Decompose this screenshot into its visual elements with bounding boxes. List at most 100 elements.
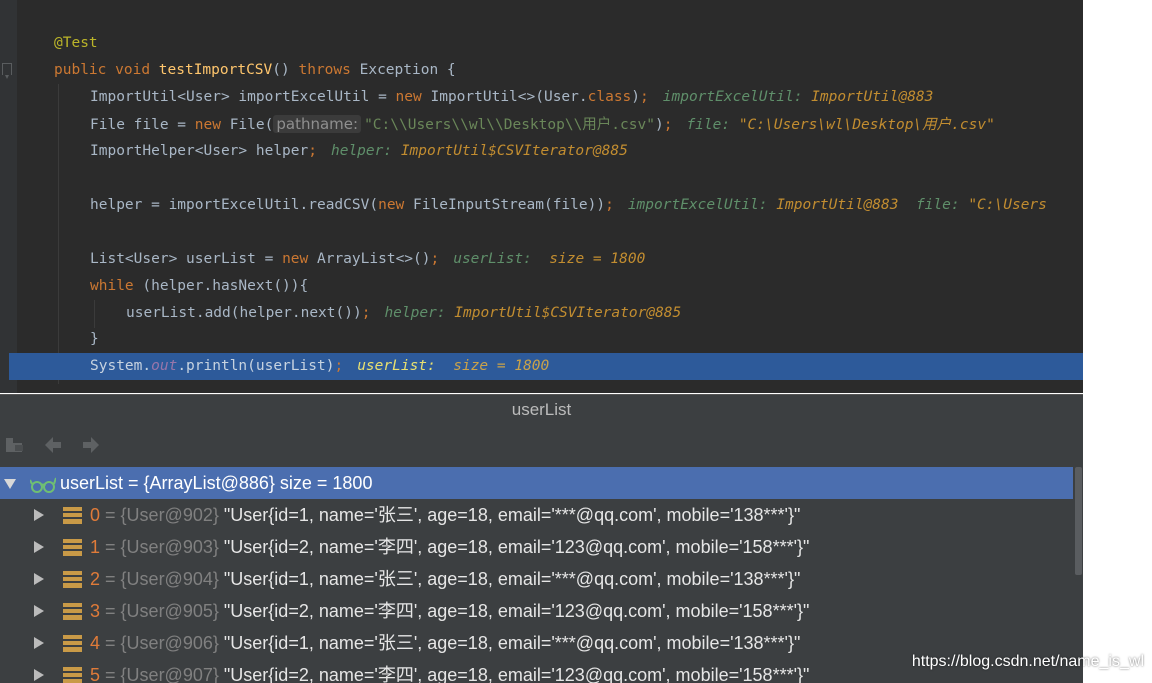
keyword-token: new (194, 117, 221, 133)
list-item-text: 5 = {User@907} "User{id=2, name='李四', ag… (90, 659, 809, 683)
code-token: helper = importExcelUtil.readCSV( (90, 197, 379, 213)
code-editor[interactable]: @Test public void testImportCSV() throws… (0, 0, 1083, 393)
screenshot: @Test public void testImportCSV() throws… (0, 0, 1152, 683)
code-line[interactable]: } (0, 326, 1083, 353)
debug-inline-value: helper: ImportUtil$CSVIterator@885 (370, 305, 681, 321)
debug-var-name: file: (915, 197, 960, 213)
item-index: 4 (90, 633, 101, 653)
expand-arrow-icon[interactable] (34, 573, 44, 585)
code-token: File( (220, 117, 274, 133)
scrollbar-thumb[interactable] (1075, 467, 1082, 575)
debug-inline-value: userList: size = 1800 (439, 251, 645, 267)
debug-var-name: importExcelUtil: (627, 197, 768, 213)
keyword-token: class (587, 89, 632, 105)
debug-var-name: file: (686, 117, 731, 133)
code-token: userList.add(helper.next()) (126, 305, 362, 321)
field-icon (63, 539, 82, 556)
item-ref: = {User@907} (105, 665, 219, 683)
item-ref: = {User@903} (105, 537, 219, 557)
field-icon (63, 571, 82, 588)
code-token: ImportHelper<User> helper (90, 143, 309, 159)
back-icon[interactable] (42, 434, 64, 456)
item-index: 2 (90, 569, 101, 589)
code-token: ImportUtil<User> importExcelUtil = (90, 89, 396, 105)
list-item[interactable]: 0 = {User@902} "User{id=1, name='张三', ag… (0, 499, 1073, 531)
semicolon-token: ; (430, 251, 440, 267)
code-token: ImportUtil<>(User. (421, 89, 588, 105)
forward-icon[interactable] (80, 434, 102, 456)
item-ref: = {User@904} (105, 569, 219, 589)
debug-var-value: size = 1800 (549, 251, 646, 267)
debug-var-value: ImportUtil$CSVIterator@885 (400, 143, 628, 159)
semicolon-token: ; (334, 358, 344, 374)
item-index: 5 (90, 665, 101, 683)
tree-root-label: userList = {ArrayList@886} size = 1800 (60, 473, 373, 493)
field-icon (63, 507, 82, 524)
keyword-token: new (282, 251, 309, 267)
list-item[interactable]: 2 = {User@904} "User{id=1, name='张三', ag… (0, 563, 1073, 595)
code-line[interactable]: List<User> userList = new ArrayList<>();… (0, 246, 1083, 273)
list-item[interactable]: 3 = {User@905} "User{id=2, name='李四', ag… (0, 595, 1073, 627)
debug-var-name: helper: (384, 305, 446, 321)
current-execution-line[interactable]: System.out.println(userList); userList: s… (9, 353, 1083, 380)
debug-inline-value: importExcelUtil: ImportUtil@883 file: "C… (614, 197, 1047, 213)
code-line[interactable]: ImportUtil<User> importExcelUtil = new I… (0, 84, 1083, 111)
variable-tree[interactable]: userList = {ArrayList@886} size = 1800 0… (0, 467, 1073, 683)
code-token: ) (654, 117, 664, 133)
item-value: "User{id=1, name='张三', age=18, email='**… (223, 505, 801, 525)
debug-inline-value: helper: ImportUtil$CSVIterator@885 (317, 143, 628, 159)
semicolon-token: ; (308, 143, 317, 159)
expand-arrow-icon[interactable] (34, 509, 44, 521)
list-item[interactable]: 1 = {User@903} "User{id=2, name='李四', ag… (0, 531, 1073, 563)
debug-var-value: ImportUtil$CSVIterator@885 (454, 305, 682, 321)
type-token: Exception (359, 62, 439, 78)
popup-title: userList (0, 394, 1083, 424)
debug-var-value: "C:\Users\wl\Desktop\用户.csv" (738, 117, 995, 133)
list-item-text: 1 = {User@903} "User{id=2, name='李四', ag… (90, 531, 809, 563)
item-value: "User{id=2, name='李四', age=18, email='12… (223, 665, 810, 683)
keyword-token: while (90, 278, 134, 294)
code-token: File file = (90, 117, 195, 133)
expand-arrow-icon[interactable] (34, 637, 44, 649)
item-index: 0 (90, 505, 101, 525)
item-value: "User{id=1, name='张三', age=18, email='**… (223, 633, 801, 653)
tree-root-row[interactable]: userList = {ArrayList@886} size = 1800 (0, 467, 1073, 499)
debug-var-value: size = 1800 (453, 358, 550, 374)
expand-arrow-icon[interactable] (34, 541, 44, 553)
watermark-text: https://blog.csdn.net/name_is_wl (911, 653, 1144, 670)
list-item-text: 3 = {User@905} "User{id=2, name='李四', ag… (90, 595, 809, 627)
item-value: "User{id=2, name='李四', age=18, email='12… (223, 601, 810, 621)
debug-var-name: helper: (330, 143, 393, 159)
code-line[interactable]: @Test (0, 30, 1083, 57)
code-line[interactable]: userList.add(helper.next()); helper: Impo… (0, 300, 1083, 327)
debug-inline-value: importExcelUtil: ImportUtil@883 (649, 89, 934, 105)
method-name-token: testImportCSV (158, 62, 273, 78)
field-icon (63, 667, 82, 683)
code-line[interactable]: ImportHelper<User> helper; helper: Import… (0, 138, 1083, 165)
debug-var-name: userList: (357, 358, 436, 374)
debug-inline-value: userList: size = 1800 (343, 358, 549, 374)
code-line[interactable]: helper = importExcelUtil.readCSV(new Fil… (0, 192, 1083, 219)
list-item-text: 2 = {User@904} "User{id=1, name='张三', ag… (90, 563, 800, 595)
field-icon (63, 603, 82, 620)
code-token: (helper.hasNext()){ (133, 278, 309, 294)
code-line[interactable]: public void testImportCSV() throws Excep… (0, 57, 1083, 84)
expand-arrow-icon[interactable] (34, 669, 44, 681)
brace-token: { (446, 62, 456, 78)
collapse-arrow-icon[interactable] (4, 479, 16, 489)
keyword-token: public (54, 62, 107, 78)
watch-glasses-icon (29, 473, 57, 493)
debug-var-value: "C:\Users (968, 197, 1047, 213)
annotation-token: @Test (54, 35, 98, 51)
keyword-token: void (115, 62, 151, 78)
show-types-icon[interactable] (4, 434, 26, 456)
variable-inspector-popup[interactable]: userList userList = {ArrayList@886} size… (0, 394, 1083, 683)
code-token: FileInputStream(file)) (404, 197, 606, 213)
expand-arrow-icon[interactable] (34, 605, 44, 617)
code-token: System. (90, 358, 152, 374)
semicolon-token: ; (605, 197, 614, 213)
debug-inline-value: file: "C:\Users\wl\Desktop\用户.csv" (672, 117, 994, 133)
code-line[interactable]: while (helper.hasNext()){ (0, 273, 1083, 300)
code-line[interactable]: File file = new File(pathname: "C:\\Users… (0, 111, 1083, 138)
code-token: .println(userList) (177, 358, 335, 374)
